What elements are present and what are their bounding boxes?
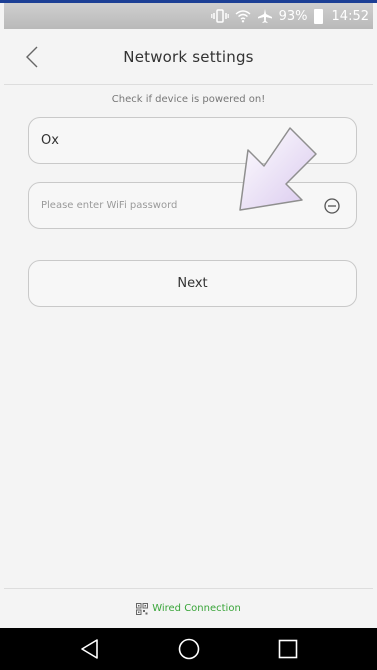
footer-bar: Wired Connection — [4, 588, 373, 628]
system-nav-bar — [0, 628, 377, 670]
pointer-arrow-icon — [239, 127, 317, 211]
page-title: Network settings — [123, 47, 254, 66]
airplane-icon — [257, 8, 273, 24]
status-bar: 93% 14:52 — [4, 3, 373, 29]
battery-icon — [313, 8, 326, 24]
eye-toggle-icon — [324, 197, 340, 214]
back-button[interactable] — [18, 41, 46, 73]
clock: 14:52 — [331, 8, 369, 24]
wired-connection-link[interactable]: Wired Connection — [136, 602, 241, 615]
recents-square-icon — [278, 639, 297, 659]
header-bar: Network settings — [4, 29, 373, 85]
wired-connection-label: Wired Connection — [152, 603, 241, 614]
wifi-icon — [235, 9, 251, 23]
system-recents-button[interactable] — [270, 631, 306, 667]
battery-percent: 93% — [278, 8, 308, 24]
chevron-left-icon — [26, 46, 38, 68]
vibrate-icon — [210, 9, 229, 23]
back-triangle-icon — [80, 639, 98, 659]
home-circle-icon — [178, 638, 199, 660]
power-hint-text: Check if device is powered on! — [111, 94, 266, 105]
qr-code-icon — [136, 602, 149, 615]
next-button[interactable]: Next — [28, 260, 357, 307]
app-frame: 93% 14:52 Network settings Check if devi… — [0, 0, 377, 670]
system-home-button[interactable] — [171, 631, 207, 667]
system-back-button[interactable] — [72, 631, 108, 667]
